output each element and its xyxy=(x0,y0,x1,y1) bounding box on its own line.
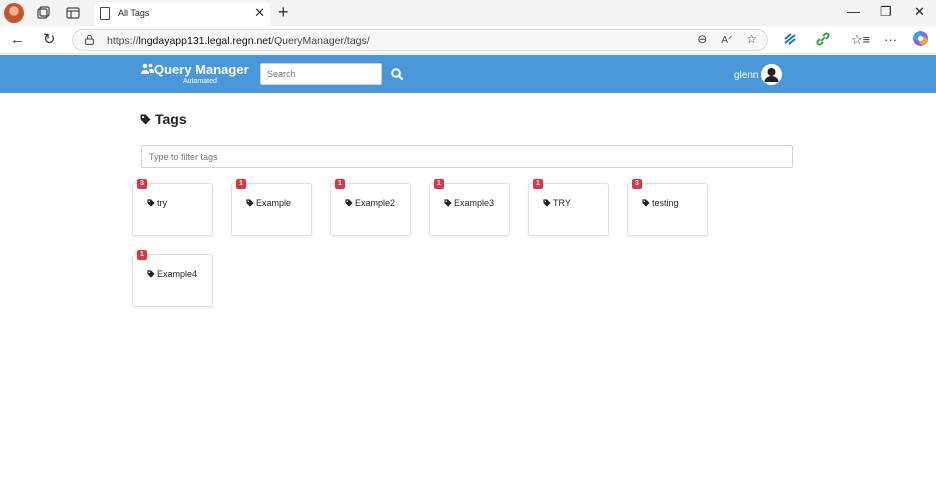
profile-avatar-icon[interactable] xyxy=(4,3,24,23)
user-name[interactable]: glenn xyxy=(734,70,758,81)
tab-all-tags[interactable]: All Tags ✕ xyxy=(94,2,270,26)
url-bar[interactable]: https://lngdayapp131.legal.regn.net/Quer… xyxy=(72,29,768,51)
app-navbar: Query Manager Automated xyxy=(0,55,936,93)
tag-label: testing xyxy=(642,198,679,208)
workspaces-icon[interactable] xyxy=(35,5,51,21)
tag-count-badge: 3 xyxy=(632,179,642,189)
tag-count-badge: 1 xyxy=(137,250,147,260)
users-icon xyxy=(141,63,154,74)
tag-name: Example2 xyxy=(355,198,396,208)
minimize-icon[interactable]: — xyxy=(847,3,860,21)
lock-icon[interactable] xyxy=(85,35,94,45)
url-path: /QueryManager/tags/ xyxy=(271,35,370,47)
close-window-icon[interactable]: ✕ xyxy=(914,3,925,21)
url-text: https://lngdayapp131.legal.regn.net/Quer… xyxy=(107,35,370,47)
vertical-tabs-icon[interactable] xyxy=(65,5,81,21)
tag-count-badge: 1 xyxy=(335,179,345,189)
back-icon[interactable]: ← xyxy=(10,31,25,49)
copilot-icon[interactable] xyxy=(912,30,929,47)
page-title: Tags xyxy=(140,111,187,127)
browser-tab-bar: All Tags ✕ + — ❐ ✕ xyxy=(0,0,936,26)
new-tab-icon[interactable]: + xyxy=(278,2,289,22)
tag-icon xyxy=(147,199,155,207)
tag-count-badge: 1 xyxy=(236,179,246,189)
tag-name: testing xyxy=(652,198,679,208)
tag-name: try xyxy=(157,198,167,208)
tag-card[interactable]: 1 Example4 xyxy=(132,250,213,307)
tag-label: Example4 xyxy=(147,269,197,279)
tag-icon xyxy=(642,199,650,207)
tag-card[interactable]: 1 Example2 xyxy=(330,179,411,236)
tag-count-badge: 1 xyxy=(533,179,543,189)
search-icon[interactable] xyxy=(389,66,405,82)
restore-icon[interactable]: ❐ xyxy=(880,3,892,21)
tag-card[interactable]: 3 try xyxy=(132,179,213,236)
tag-icon xyxy=(543,199,551,207)
tag-count-badge: 1 xyxy=(434,179,444,189)
tag-icon xyxy=(147,270,155,278)
tag-icon xyxy=(140,114,151,125)
tag-card[interactable]: 1 TRY xyxy=(528,179,609,236)
tag-name: Example4 xyxy=(157,269,198,279)
url-prefix: https:// xyxy=(107,35,139,47)
url-host: lngdayapp131.legal.regn.net xyxy=(138,35,272,47)
page-icon xyxy=(100,7,110,20)
tag-icon xyxy=(444,199,452,207)
read-aloud-icon[interactable]: Aᐟ xyxy=(721,35,732,46)
refresh-icon[interactable]: ↻ xyxy=(43,31,56,49)
tag-label: Example3 xyxy=(444,198,494,208)
tag-card[interactable]: 3 testing xyxy=(627,179,708,236)
tag-count-badge: 3 xyxy=(137,179,147,189)
tag-icon xyxy=(246,199,254,207)
address-toolbar: ← ↻ https://lngdayapp131.legal.regn.net/… xyxy=(0,26,936,54)
link-extension-icon[interactable] xyxy=(815,31,831,47)
tag-name: Example xyxy=(256,198,292,208)
url-actions: ⊖ Aᐟ ☆ xyxy=(697,32,757,46)
tag-label: Example2 xyxy=(345,198,395,208)
search-input[interactable] xyxy=(260,63,382,85)
favorites-icon[interactable]: ☆≡ xyxy=(851,31,870,49)
tag-name: TRY xyxy=(553,198,571,208)
user-avatar-icon[interactable] xyxy=(761,64,782,85)
tag-label: try xyxy=(147,198,167,208)
tag-label: Example xyxy=(246,198,291,208)
tag-label: TRY xyxy=(543,198,571,208)
brand-name: Query Manager xyxy=(154,62,249,77)
favorite-star-icon[interactable]: ☆ xyxy=(746,32,757,46)
page-title-text: Tags xyxy=(155,111,187,127)
tag-icon xyxy=(345,199,353,207)
more-menu-icon[interactable]: ··· xyxy=(884,31,897,49)
tag-card[interactable]: 1 Example3 xyxy=(429,179,510,236)
zoom-icon[interactable]: ⊖ xyxy=(697,32,707,46)
filter-tags-input[interactable] xyxy=(141,145,793,168)
tag-name: Example3 xyxy=(454,198,495,208)
tab-title: All Tags xyxy=(118,8,150,18)
close-tab-icon[interactable]: ✕ xyxy=(254,5,265,21)
brand-subtitle: Automated xyxy=(183,78,217,85)
extension-icon[interactable] xyxy=(782,31,798,47)
tag-card[interactable]: 1 Example xyxy=(231,179,312,236)
